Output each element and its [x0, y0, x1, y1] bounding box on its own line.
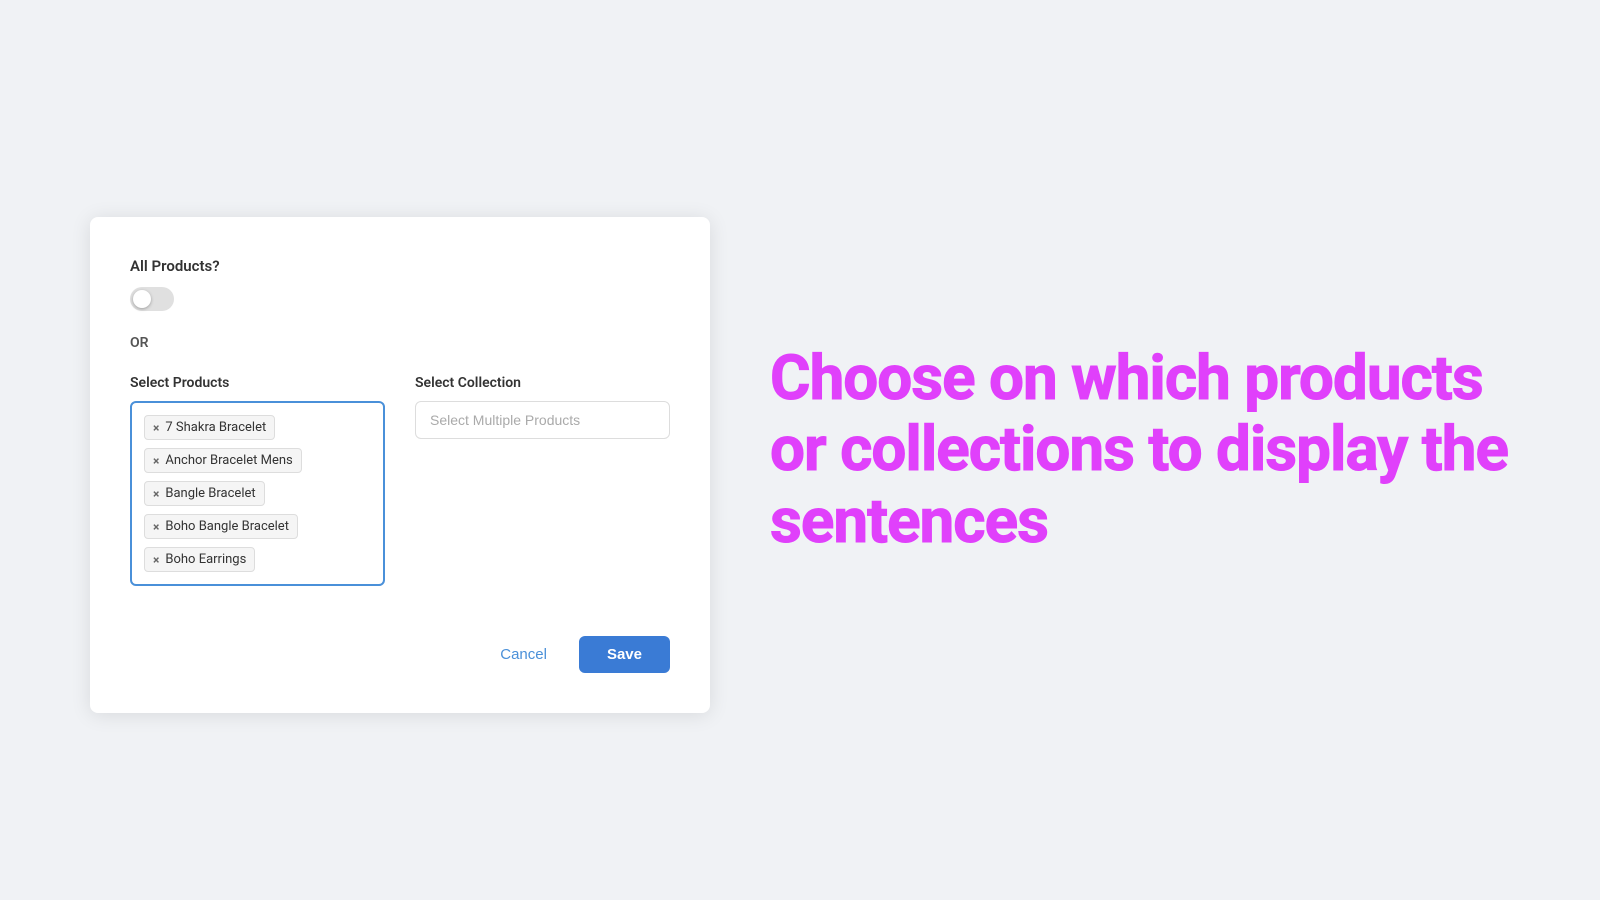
save-button[interactable]: Save — [579, 636, 670, 673]
selectors-row: Select Products × 7 Shakra Bracelet × An… — [130, 375, 670, 586]
select-products-section: Select Products × 7 Shakra Bracelet × An… — [130, 375, 385, 586]
all-products-toggle[interactable] — [130, 287, 174, 311]
cancel-button[interactable]: Cancel — [484, 638, 563, 671]
all-products-label: All Products? — [130, 257, 670, 275]
remove-boho-bangle[interactable]: × — [153, 520, 159, 534]
toggle-container — [130, 287, 670, 315]
tag-label-boho-earrings: Boho Earrings — [165, 552, 246, 567]
remove-boho-earrings[interactable]: × — [153, 553, 159, 567]
tag-anchor-bracelet: × Anchor Bracelet Mens — [144, 448, 302, 473]
promo-text: Choose on which products or collections … — [770, 343, 1540, 557]
select-products-label: Select Products — [130, 375, 385, 391]
products-box: × 7 Shakra Bracelet × Anchor Bracelet Me… — [130, 401, 385, 586]
tag-boho-earrings: × Boho Earrings — [144, 547, 255, 572]
tag-7-shakra: × 7 Shakra Bracelet — [144, 415, 275, 440]
panel: All Products? OR Select Products × 7 Sha… — [90, 217, 710, 713]
select-collection-label: Select Collection — [415, 375, 670, 391]
remove-7-shakra[interactable]: × — [153, 421, 159, 435]
tag-label-7-shakra: 7 Shakra Bracelet — [165, 420, 266, 435]
tag-label-anchor-bracelet: Anchor Bracelet Mens — [165, 453, 292, 468]
or-label: OR — [130, 335, 670, 351]
tag-boho-bangle: × Boho Bangle Bracelet — [144, 514, 298, 539]
main-container: All Products? OR Select Products × 7 Sha… — [0, 0, 1600, 900]
buttons-row: Cancel Save — [130, 626, 670, 673]
right-text-section: Choose on which products or collections … — [710, 283, 1600, 617]
collection-input[interactable] — [415, 401, 670, 439]
remove-anchor-bracelet[interactable]: × — [153, 454, 159, 468]
tag-bangle-bracelet: × Bangle Bracelet — [144, 481, 265, 506]
remove-bangle-bracelet[interactable]: × — [153, 487, 159, 501]
tag-label-boho-bangle: Boho Bangle Bracelet — [165, 519, 289, 534]
tag-label-bangle-bracelet: Bangle Bracelet — [165, 486, 255, 501]
select-collection-section: Select Collection — [415, 375, 670, 586]
